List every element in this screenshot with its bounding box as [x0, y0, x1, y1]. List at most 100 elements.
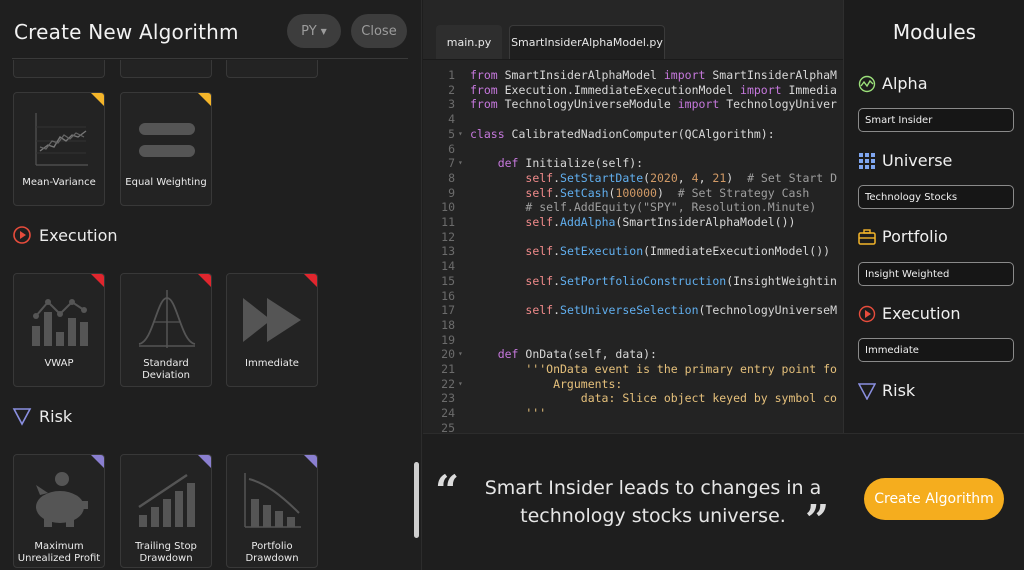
card-corner-marker: [304, 455, 317, 468]
equal-bars-icon: [139, 123, 195, 157]
bell-curve-icon: [138, 290, 196, 348]
code-line[interactable]: 23 data: Slice object keyed by symbol co: [423, 391, 843, 406]
modules-panel: Modules Alpha Smart Insider Universe Tec…: [843, 0, 1024, 433]
model-card-maximum-unrealized-profit[interactable]: Maximum Unrealized Profit: [13, 454, 105, 568]
code-line[interactable]: 20 ▾ def OnData(self, data):: [423, 347, 843, 362]
code-line[interactable]: 14: [423, 259, 843, 274]
execution-icon: [12, 225, 32, 245]
line-number: 1: [448, 68, 455, 82]
code-line[interactable]: 25: [423, 421, 843, 433]
model-card-equal-weighting[interactable]: Equal Weighting: [120, 92, 212, 206]
code-line[interactable]: 3 from TechnologyUniverseModule import Te…: [423, 97, 843, 112]
model-card-portfolio-drawdown[interactable]: Portfolio Drawdown: [226, 454, 318, 568]
create-algorithm-button[interactable]: Create Algorithm: [864, 478, 1004, 520]
code-text: data: Slice object keyed by symbol co: [470, 391, 837, 406]
module-alpha-field[interactable]: Smart Insider: [858, 108, 1014, 132]
summary-line: Smart Insider leads to changes in a: [484, 477, 822, 499]
code-text: Arguments:: [470, 376, 623, 391]
code-line[interactable]: 22 ▾ Arguments:: [423, 377, 843, 392]
line-number: 10: [441, 200, 455, 215]
line-number: 13: [441, 244, 455, 259]
code-line[interactable]: 2 from Execution.ImmediateExecutionModel …: [423, 83, 843, 98]
module-execution: Execution: [858, 304, 961, 323]
module-execution-field[interactable]: Immediate: [858, 338, 1014, 362]
section-execution: Execution: [12, 225, 118, 245]
card-label: Mean-Variance: [22, 177, 96, 188]
line-number: 5: [448, 126, 455, 141]
code-editor-panel: main.py SmartInsiderAlphaModel.py 1 from …: [423, 0, 843, 433]
module-name: Universe: [882, 151, 953, 170]
card-label: Portfolio Drawdown: [245, 541, 299, 564]
briefcase-icon: [858, 228, 876, 246]
tab-main-py[interactable]: main.py: [436, 25, 502, 59]
card-corner-marker: [91, 455, 104, 468]
fold-arrow-icon[interactable]: ▾: [458, 156, 463, 171]
panel-scrollbar[interactable]: [414, 462, 419, 538]
module-universe: Universe: [858, 151, 952, 170]
code-text: '''OnData event is the primary entry poi…: [470, 362, 837, 376]
code-line[interactable]: 21 '''OnData event is the primary entry …: [423, 362, 843, 377]
code-line[interactable]: 17 self.SetUniverseSelection(TechnologyU…: [423, 303, 843, 318]
summary-line: technology stocks universe.: [520, 505, 786, 527]
line-number: 17: [441, 303, 455, 318]
model-card-mean-variance[interactable]: Mean-Variance: [13, 92, 105, 206]
code-text: self.SetStartDate(2020, 4, 21) # Set Sta…: [525, 170, 838, 185]
line-number: 11: [441, 215, 455, 229]
model-card-vwap[interactable]: VWAP: [13, 273, 105, 387]
code-line[interactable]: 7 ▾ def Initialize(self):: [423, 156, 843, 171]
code-line[interactable]: 1 from SmartInsiderAlphaModel import Smar…: [423, 68, 843, 83]
fold-arrow-icon[interactable]: ▾: [458, 347, 463, 362]
code-line[interactable]: 15 self.SetPortfolioConstruction(Insight…: [423, 274, 843, 289]
section-title: Risk: [39, 406, 73, 426]
code-line[interactable]: 19: [423, 333, 843, 348]
card-label: Equal Weighting: [125, 177, 207, 188]
model-card-standard-deviation[interactable]: Standard Deviation: [120, 273, 212, 387]
code-line[interactable]: 16: [423, 289, 843, 304]
code-text: self.SetExecution(ImmediateExecutionMode…: [525, 244, 831, 259]
stairs-chart-icon: [138, 473, 195, 527]
section-title: Execution: [39, 225, 118, 245]
model-card-partial[interactable]: [226, 60, 318, 78]
code-line[interactable]: 13 self.SetExecution(ImmediateExecutionM…: [423, 244, 843, 259]
fold-arrow-icon[interactable]: ▾: [458, 127, 463, 142]
model-card-partial[interactable]: [120, 60, 212, 78]
code-line[interactable]: 24 ''': [423, 406, 843, 421]
line-number: 7: [448, 156, 455, 171]
line-number: 9: [448, 185, 455, 200]
code-line[interactable]: 9 self.SetCash(100000) # Set Strategy Ca…: [423, 186, 843, 201]
model-card-partial[interactable]: [13, 60, 105, 78]
line-chart-icon: [35, 113, 88, 166]
code-line[interactable]: 11 self.AddAlpha(SmartInsiderAlphaModel(…: [423, 215, 843, 230]
model-card-immediate[interactable]: Immediate: [226, 273, 318, 387]
card-label: Immediate: [245, 358, 299, 369]
code-line[interactable]: 18: [423, 318, 843, 333]
card-corner-marker: [198, 274, 211, 287]
code-editor[interactable]: 1 from SmartInsiderAlphaModel import Smar…: [423, 68, 843, 433]
fold-arrow-icon[interactable]: ▾: [458, 377, 463, 392]
line-number: 19: [441, 332, 455, 347]
line-number: 12: [441, 229, 455, 244]
fast-forward-icon: [243, 298, 301, 342]
close-quote-icon: ”: [805, 496, 830, 545]
card-corner-marker: [198, 455, 211, 468]
code-line[interactable]: 4: [423, 112, 843, 127]
model-card-trailing-stop-drawdown[interactable]: Trailing Stop Drawdown: [120, 454, 212, 568]
code-line[interactable]: 10 # self.AddEquity("SPY", Resolution.Mi…: [423, 200, 843, 215]
line-number: 8: [448, 170, 455, 185]
module-universe-field[interactable]: Technology Stocks: [858, 185, 1014, 209]
close-button[interactable]: Close: [351, 14, 407, 48]
tab-smart-insider-alpha-model[interactable]: SmartInsiderAlphaModel.py: [509, 25, 665, 59]
code-text: self.SetUniverseSelection(TechnologyUniv…: [525, 303, 837, 318]
code-text: class CalibratedNadionComputer(QCAlgorit…: [470, 126, 775, 141]
code-line[interactable]: 12: [423, 230, 843, 245]
code-line[interactable]: 5 ▾ class CalibratedNadionComputer(QCAlgor…: [423, 127, 843, 142]
code-line[interactable]: 8 self.SetStartDate(2020, 4, 21) # Set S…: [423, 171, 843, 186]
code-text: self.SetPortfolioConstruction(InsightWei…: [525, 273, 837, 288]
code-line[interactable]: 6: [423, 142, 843, 157]
module-portfolio-field[interactable]: Insight Weighted: [858, 262, 1014, 286]
code-text: ''': [470, 406, 547, 421]
code-text: def Initialize(self):: [497, 156, 644, 171]
header-divider: [12, 58, 408, 59]
language-dropdown[interactable]: PY ▼: [287, 14, 341, 48]
line-number: 15: [441, 273, 455, 288]
